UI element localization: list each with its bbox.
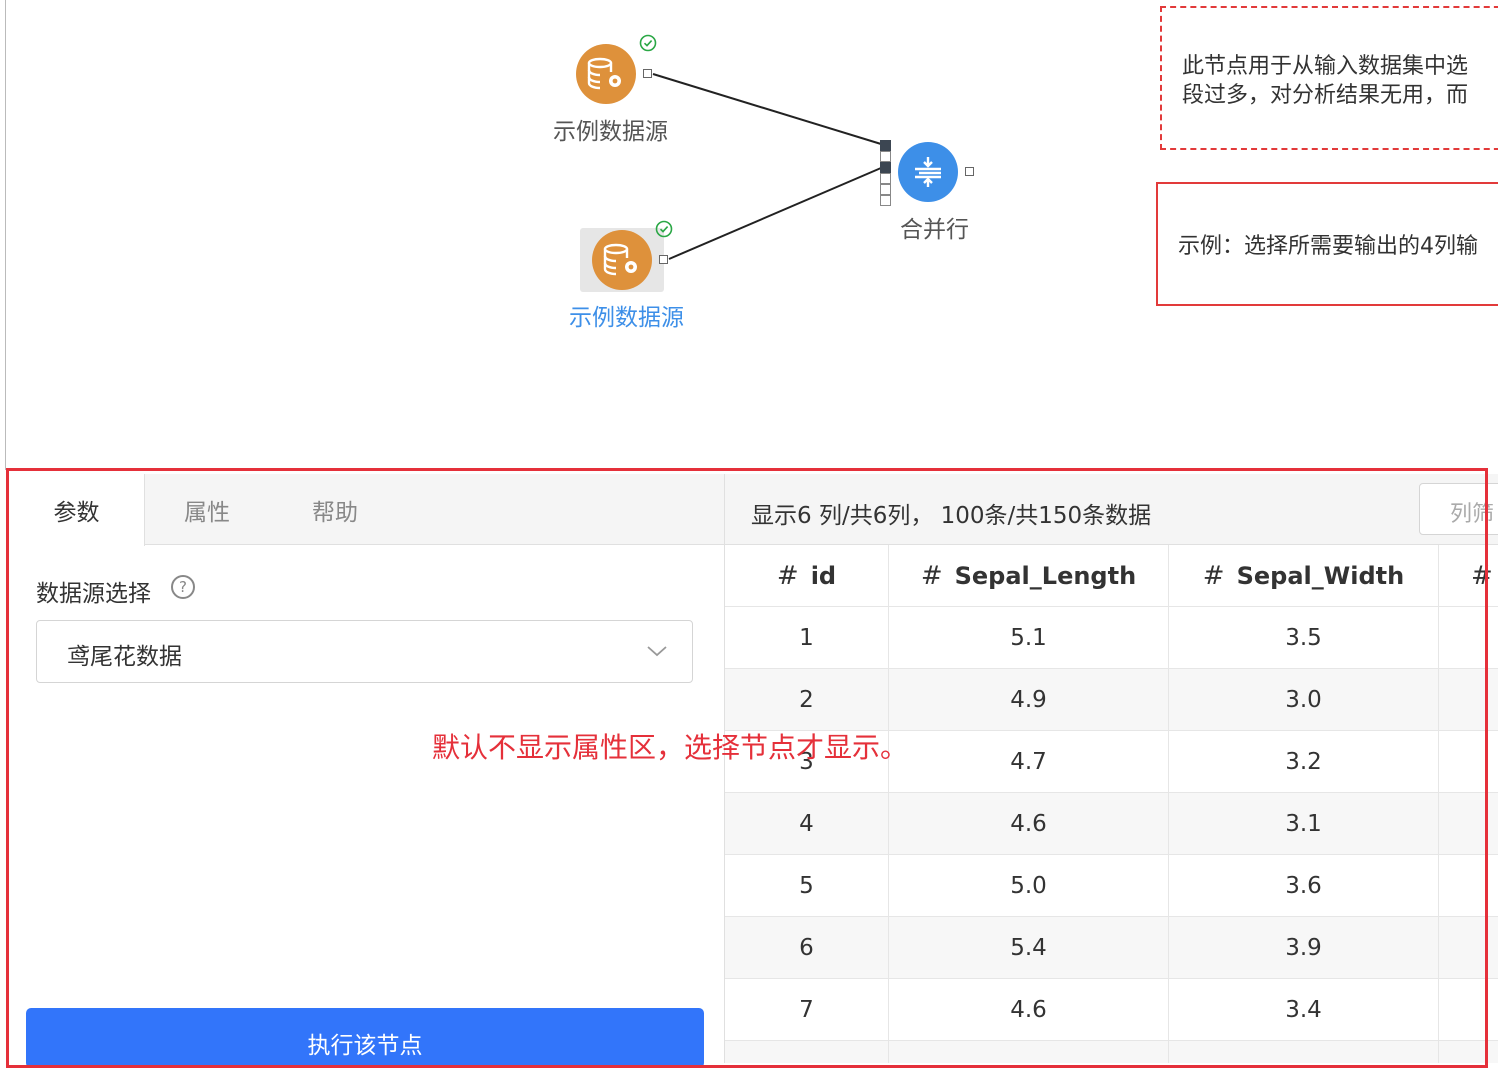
cell-partial xyxy=(1439,607,1498,669)
cell-sepal-length: 5.1 xyxy=(889,607,1169,669)
description-note: 此节点用于从输入数据集中选 段过多，对分析结果无用，而 xyxy=(1160,6,1498,150)
cell-sepal-length: 4.6 xyxy=(889,793,1169,855)
cell-sepal-length: 4.9 xyxy=(889,669,1169,731)
preview-infobar: 显示6 列/共6列， 100条/共150条数据 列筛 xyxy=(725,474,1498,545)
input-ports[interactable] xyxy=(880,140,891,206)
cell-partial xyxy=(1439,917,1498,979)
merge-rows-icon xyxy=(915,157,941,187)
cell-sepal-length: 5.4 xyxy=(889,917,1169,979)
cell-id: 1 xyxy=(725,607,889,669)
execute-node-button[interactable]: 执行该节点 xyxy=(26,1008,704,1068)
help-icon[interactable]: ? xyxy=(171,575,195,599)
column-header-sepal-width[interactable]: # Sepal_Width xyxy=(1169,545,1439,607)
database-gear-icon xyxy=(603,243,637,276)
node-label: 合并行 xyxy=(900,217,969,243)
cell-partial xyxy=(1439,855,1498,917)
cell-id xyxy=(725,1041,889,1063)
column-header-sepal-length[interactable]: # Sepal_Length xyxy=(889,545,1169,607)
tab-help[interactable]: 帮助 xyxy=(270,474,400,546)
cell-partial xyxy=(1439,793,1498,855)
cell-partial xyxy=(1439,1041,1498,1063)
input-port[interactable] xyxy=(880,140,891,151)
success-check-icon xyxy=(655,220,673,238)
cell-sepal-length: 4.6 xyxy=(889,979,1169,1041)
table-row[interactable] xyxy=(725,1041,1498,1063)
row-column-count: 显示6 列/共6列， 100条/共150条数据 xyxy=(751,503,1152,529)
tab-params[interactable]: 参数 xyxy=(9,474,145,546)
edge-source1-merge xyxy=(652,73,882,145)
database-gear-icon xyxy=(587,57,621,90)
table-row[interactable]: 1 5.1 3.5 xyxy=(725,607,1498,669)
table-row[interactable]: 7 4.6 3.4 xyxy=(725,979,1498,1041)
example-note: 示例：选择所需要输出的4列输 xyxy=(1156,182,1498,306)
workflow-canvas[interactable]: 示例数据源 示例数据源 合并行 此节点用于从输入数据集中选 段过多，对分析结果无… xyxy=(0,0,1498,470)
column-header-id[interactable]: # id xyxy=(725,545,889,607)
cell-sepal-length: 5.0 xyxy=(889,855,1169,917)
column-name: Sepal_Length xyxy=(954,562,1137,590)
note-line: 段过多，对分析结果无用，而 xyxy=(1182,83,1469,108)
table-header: # id # Sepal_Length # Sepal_Width # xyxy=(725,545,1498,607)
number-type-icon: # xyxy=(1202,561,1225,591)
properties-panel: 参数 属性 帮助 数据源选择 ? 鸢尾花数据 执行该节点 xyxy=(9,474,725,1068)
cell-id: 4 xyxy=(725,793,889,855)
input-port[interactable] xyxy=(880,162,891,173)
node-label: 示例数据源 xyxy=(569,305,684,331)
cell-sepal-width: 3.5 xyxy=(1169,607,1439,669)
input-port[interactable] xyxy=(880,184,891,195)
cell-id: 6 xyxy=(725,917,889,979)
annotation-text: 默认不显示属性区，选择节点才显示。 xyxy=(432,731,909,764)
cell-sepal-length xyxy=(889,1041,1169,1063)
cell-sepal-width: 3.6 xyxy=(1169,855,1439,917)
cell-sepal-width: 3.1 xyxy=(1169,793,1439,855)
output-port[interactable] xyxy=(643,69,652,78)
node-merge-rows[interactable] xyxy=(898,142,958,202)
cell-id: 7 xyxy=(725,979,889,1041)
table-row[interactable]: 2 4.9 3.0 xyxy=(725,669,1498,731)
input-port[interactable] xyxy=(880,195,891,206)
node-datasource-1[interactable] xyxy=(576,44,636,104)
cell-sepal-width: 3.9 xyxy=(1169,917,1439,979)
column-name: id xyxy=(810,562,837,590)
cell-id: 2 xyxy=(725,669,889,731)
datasource-select[interactable]: 鸢尾花数据 xyxy=(36,620,693,683)
column-name: Sepal_Width xyxy=(1236,562,1405,590)
node-datasource-2[interactable] xyxy=(592,230,652,290)
cell-sepal-width: 3.2 xyxy=(1169,731,1439,793)
note-line: 此节点用于从输入数据集中选 xyxy=(1182,54,1469,79)
cell-partial xyxy=(1439,979,1498,1041)
output-port[interactable] xyxy=(659,255,668,264)
number-type-icon: # xyxy=(776,561,799,591)
cell-sepal-width xyxy=(1169,1041,1439,1063)
table-row[interactable]: 6 5.4 3.9 xyxy=(725,917,1498,979)
cell-sepal-width: 3.4 xyxy=(1169,979,1439,1041)
panel-tabs: 参数 属性 帮助 xyxy=(9,474,725,546)
cell-partial xyxy=(1439,731,1498,793)
cell-id: 5 xyxy=(725,855,889,917)
table-row[interactable]: 4 4.6 3.1 xyxy=(725,793,1498,855)
datasource-label: 数据源选择 xyxy=(36,581,151,607)
select-value: 鸢尾花数据 xyxy=(67,644,182,670)
input-port[interactable] xyxy=(880,173,891,184)
data-preview-panel: 显示6 列/共6列， 100条/共150条数据 列筛 # id # Sepal_… xyxy=(725,474,1498,1063)
input-port[interactable] xyxy=(880,151,891,162)
number-type-icon: # xyxy=(920,561,943,591)
note-line: 示例：选择所需要输出的4列输 xyxy=(1178,234,1478,259)
number-type-icon: # xyxy=(1471,561,1493,591)
cell-sepal-length: 4.7 xyxy=(889,731,1169,793)
success-check-icon xyxy=(639,34,657,52)
tab-attributes[interactable]: 属性 xyxy=(144,474,270,546)
cell-sepal-width: 3.0 xyxy=(1169,669,1439,731)
chevron-down-icon xyxy=(647,646,667,657)
edge-source2-merge xyxy=(668,167,882,260)
column-header-partial[interactable]: # xyxy=(1439,545,1498,607)
output-port[interactable] xyxy=(965,167,974,176)
table-row[interactable]: 5 5.0 3.6 xyxy=(725,855,1498,917)
node-label: 示例数据源 xyxy=(553,119,668,145)
cell-partial xyxy=(1439,669,1498,731)
column-filter-button[interactable]: 列筛 xyxy=(1419,483,1498,535)
